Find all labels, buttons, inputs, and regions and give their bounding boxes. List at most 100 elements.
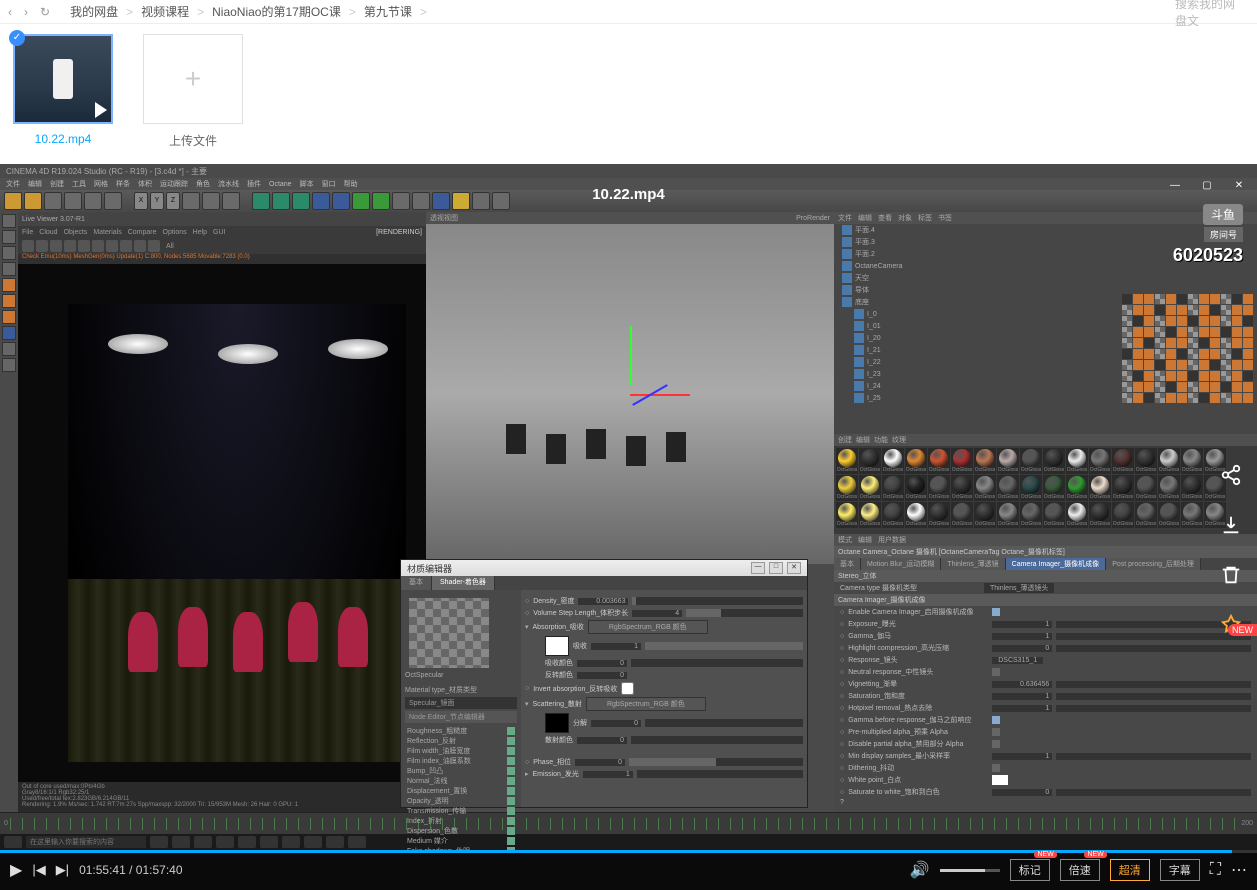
material-swatch[interactable]: OctGloss <box>997 502 1019 528</box>
taskbar-app-icon[interactable] <box>282 836 300 848</box>
emission-input[interactable]: 1 <box>583 771 633 778</box>
maximize-icon[interactable]: □ <box>769 562 783 574</box>
material-swatch[interactable]: OctGloss <box>1066 502 1088 528</box>
material-swatch[interactable]: OctGloss <box>1181 475 1203 501</box>
tag-icon[interactable] <box>1144 382 1154 392</box>
material-swatch[interactable]: OctGloss <box>1158 448 1180 474</box>
am-menu-item[interactable]: 编辑 <box>858 535 872 545</box>
tag-icon[interactable] <box>1210 393 1220 403</box>
checkbox[interactable] <box>992 716 1000 724</box>
tag-icon[interactable] <box>1210 316 1220 326</box>
download-icon[interactable] <box>1217 514 1245 542</box>
num-input[interactable]: 0 <box>992 645 1052 652</box>
tag-icon[interactable] <box>1243 305 1253 315</box>
material-swatch[interactable]: OctGloss <box>905 475 927 501</box>
tag-icon[interactable] <box>1232 338 1242 348</box>
lv-menu-item[interactable]: Materials <box>93 229 121 236</box>
tag-icon[interactable] <box>1199 360 1209 370</box>
channel-check[interactable]: Normal_法线 <box>405 777 517 787</box>
tag-icon[interactable] <box>1133 349 1143 359</box>
material-swatch[interactable]: OctGloss <box>1066 475 1088 501</box>
material-swatch[interactable]: OctGloss <box>951 448 973 474</box>
nav-forward-icon[interactable]: › <box>24 5 28 19</box>
tag-icon[interactable] <box>1210 305 1220 315</box>
taskbar-app-icon[interactable] <box>194 836 212 848</box>
lv-tool-icon[interactable] <box>78 240 90 252</box>
tag-icon[interactable] <box>1199 349 1209 359</box>
material-swatch[interactable]: OctGloss <box>1020 448 1042 474</box>
tag-icon[interactable] <box>1221 393 1231 403</box>
tag-icon[interactable] <box>1122 305 1132 315</box>
tag-icon[interactable] <box>1210 371 1220 381</box>
tag-icon[interactable] <box>1166 338 1176 348</box>
tag-icon[interactable] <box>1166 382 1176 392</box>
rp-menu-item[interactable]: 查看 <box>878 213 892 223</box>
tag-icon[interactable] <box>1210 349 1220 359</box>
tool-icon[interactable] <box>2 342 16 356</box>
tag-icon[interactable] <box>1122 393 1132 403</box>
node-editor-button[interactable]: Node Editor_节点编辑器 <box>405 711 517 723</box>
viewport-perspective[interactable] <box>426 224 834 564</box>
num-input[interactable]: 0 <box>591 720 641 727</box>
tag-icon[interactable] <box>1188 338 1198 348</box>
tag-icon[interactable] <box>1221 360 1231 370</box>
channel-check[interactable]: Dispersion_色散 <box>405 827 517 837</box>
minimize-icon[interactable]: — <box>1161 180 1189 196</box>
tag-icon[interactable] <box>1122 360 1132 370</box>
phase-slider[interactable] <box>629 758 803 766</box>
tag-icon[interactable] <box>1144 371 1154 381</box>
object-row[interactable]: 天空 <box>834 272 1257 284</box>
share-icon[interactable] <box>1217 464 1245 492</box>
tag-icon[interactable] <box>1243 371 1253 381</box>
tag-icon[interactable] <box>1133 371 1143 381</box>
tag-icon[interactable] <box>1221 382 1231 392</box>
checkbox[interactable] <box>992 728 1000 736</box>
tag-icon[interactable] <box>1166 349 1176 359</box>
close-icon[interactable]: ✕ <box>787 562 801 574</box>
material-swatch[interactable]: OctGloss <box>836 502 858 528</box>
tag-icon[interactable] <box>1155 338 1165 348</box>
tag-icon[interactable] <box>1122 371 1132 381</box>
taskbar-app-icon[interactable] <box>150 836 168 848</box>
tag-icon[interactable] <box>1221 316 1231 326</box>
num-input[interactable]: 1 <box>992 705 1052 712</box>
tag-icon[interactable] <box>1199 393 1209 403</box>
file-thumbnail[interactable]: ✓ <box>13 34 113 124</box>
material-swatch[interactable]: OctGloss <box>997 475 1019 501</box>
slider[interactable] <box>1056 645 1251 652</box>
tag-icon[interactable] <box>1177 349 1187 359</box>
channel-check[interactable]: Bump_凹凸 <box>405 767 517 777</box>
num-input[interactable]: 1 <box>992 753 1052 760</box>
lv-render-view[interactable] <box>18 264 426 782</box>
material-swatch[interactable]: OctGloss <box>1135 475 1157 501</box>
tag-icon[interactable] <box>1232 294 1242 304</box>
tag-icon[interactable] <box>1243 393 1253 403</box>
tag-icon[interactable] <box>1199 327 1209 337</box>
checkbox[interactable] <box>992 740 1000 748</box>
tag-icon[interactable] <box>1144 360 1154 370</box>
material-swatch[interactable]: OctGloss <box>859 448 881 474</box>
tag-icon[interactable] <box>1232 371 1242 381</box>
tag-icon[interactable] <box>1199 305 1209 315</box>
tag-icon[interactable] <box>1177 382 1187 392</box>
tag-icon[interactable] <box>1188 316 1198 326</box>
num-input[interactable]: 0.636456 <box>992 681 1052 688</box>
invert-checkbox[interactable] <box>621 682 634 695</box>
checkbox[interactable] <box>992 764 1000 772</box>
fullscreen-icon[interactable]: ⛶ <box>1210 861 1221 879</box>
taskbar-app-icon[interactable] <box>326 836 344 848</box>
tag-icon[interactable] <box>1122 338 1132 348</box>
lv-menu-item[interactable]: Help <box>193 229 207 236</box>
num-input[interactable]: 0 <box>577 660 627 667</box>
tag-icon[interactable] <box>1232 382 1242 392</box>
channel-check[interactable]: Medium 媒介 <box>405 837 517 847</box>
material-swatch[interactable]: OctGloss <box>836 475 858 501</box>
channel-check[interactable]: Transmission_传输 <box>405 807 517 817</box>
upload-plus-icon[interactable]: + <box>143 34 243 124</box>
tag-icon[interactable] <box>1199 338 1209 348</box>
tag-icon[interactable] <box>1188 360 1198 370</box>
tag-icon[interactable] <box>1144 294 1154 304</box>
lv-tool-icon[interactable] <box>92 240 104 252</box>
material-swatch[interactable]: OctGloss <box>905 448 927 474</box>
checkbox[interactable] <box>992 668 1000 676</box>
